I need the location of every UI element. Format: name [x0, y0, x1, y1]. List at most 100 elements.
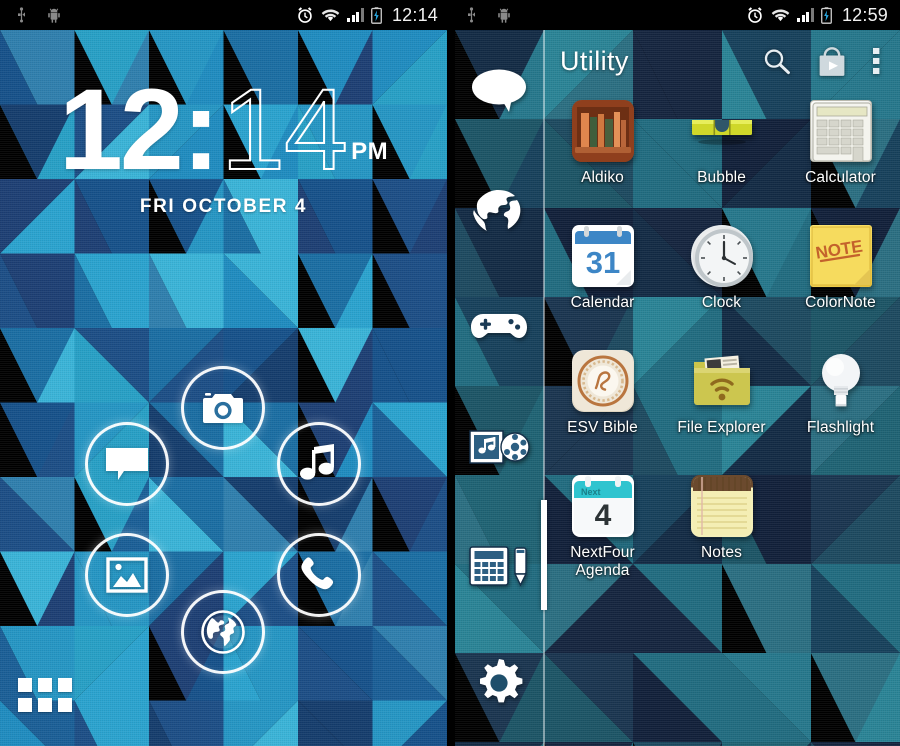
app-item[interactable]: Notes: [662, 467, 781, 592]
drawer-dot: [18, 678, 32, 692]
sidebar-item-utility[interactable]: [455, 506, 543, 625]
app-item[interactable]: 31 Calendar: [543, 217, 662, 342]
gallery-icon[interactable]: [85, 533, 169, 617]
status-bar-right[interactable]: 12:59: [450, 0, 900, 30]
phone-icon[interactable]: [277, 533, 361, 617]
app-label: Notes: [701, 544, 742, 561]
screenshot-root: 12:14 12:59 12: 14 PM FRI OCTOBER 4 Uti…: [0, 0, 900, 746]
gear-icon: [480, 658, 523, 702]
app-item[interactable]: Flashlight: [781, 342, 900, 467]
chat-bubble-icon: [472, 69, 526, 112]
signal-icon: [347, 8, 364, 22]
usb-icon: [468, 7, 475, 23]
app-label: File Explorer: [677, 419, 766, 436]
clock-separator: :: [181, 66, 220, 194]
drawer-dot: [38, 698, 52, 712]
app-item[interactable]: ESV Bible: [543, 342, 662, 467]
app-item[interactable]: Next 4 NextFour Agenda: [543, 467, 662, 592]
app-drawer-panel[interactable]: Utility Aldiko Bubble Calculator 31 Cale…: [455, 30, 900, 746]
search-icon[interactable]: [762, 47, 791, 76]
app-item[interactable]: Calculator: [781, 92, 900, 217]
status-bar-left-notifications: [0, 7, 61, 23]
battery-charging-icon: [371, 6, 382, 24]
calculator-pen-icon: [469, 545, 528, 587]
app-label: Flashlight: [806, 419, 875, 436]
camera-glyph: [203, 393, 243, 423]
app-item[interactable]: NOTE ColorNote: [781, 217, 900, 342]
globe-icon: [473, 189, 521, 231]
app-label: Calendar: [570, 294, 635, 311]
music-icon[interactable]: [277, 422, 361, 506]
media-photo-music-icon: [469, 429, 530, 464]
app-item[interactable]: Aldiko: [543, 92, 662, 217]
usb-icon: [18, 7, 25, 23]
calendar-31-icon: 31: [571, 225, 634, 287]
sidebar-item-media[interactable]: [455, 387, 543, 506]
spirit-level-icon: [691, 100, 753, 162]
notepad-icon: [690, 475, 753, 537]
drawer-dot: [58, 698, 72, 712]
app-grid: Aldiko Bubble Calculator 31 Calendar Clo…: [543, 92, 900, 592]
clock-meridiem: PM: [351, 137, 389, 165]
category-sidebar[interactable]: [455, 30, 543, 746]
app-item[interactable]: Bubble: [662, 92, 781, 217]
play-store-icon[interactable]: [817, 46, 847, 77]
app-label: NextFour Agenda: [570, 544, 635, 579]
folder-wifi-icon: [691, 350, 753, 412]
clock-hour: 12: [58, 66, 184, 194]
app-label: ESV Bible: [567, 419, 638, 436]
android-debug-icon: [498, 8, 510, 23]
app-label: Clock: [701, 294, 742, 311]
svg-text:31: 31: [585, 245, 619, 280]
clock-date: FRI OCTOBER 4: [139, 195, 308, 217]
status-bar-left[interactable]: 12:14: [0, 0, 450, 30]
app-drawer-icon[interactable]: [18, 678, 74, 718]
alarm-icon: [748, 7, 763, 23]
drawer-dot: [18, 698, 32, 712]
screen-divider: [447, 30, 455, 746]
wifi-icon: [772, 9, 790, 21]
game-controller-icon: [471, 313, 527, 338]
aldiko-bookshelf-icon: [571, 100, 634, 162]
status-bar-right-system-icons: 12:59: [746, 5, 900, 26]
drawer-dot: [58, 678, 72, 692]
overflow-menu-icon[interactable]: [873, 47, 880, 75]
browser-icon[interactable]: [181, 590, 265, 674]
page-title: Utility: [560, 45, 629, 76]
nextfour-calendar-icon: Next 4: [571, 475, 634, 537]
sidebar-item-settings[interactable]: [455, 625, 543, 744]
app-item[interactable]: Clock: [662, 217, 781, 342]
status-bar-right-notifications: [450, 7, 511, 23]
camera-icon[interactable]: [181, 366, 265, 450]
phone-glyph: [301, 557, 334, 590]
svg-text:Next: Next: [581, 487, 601, 497]
clock-minute: 14: [220, 66, 349, 194]
drawer-dot: [38, 678, 52, 692]
signal-icon: [797, 8, 814, 22]
calculator-icon: [809, 100, 872, 162]
status-bar-clock: 12:14: [391, 4, 438, 25]
esv-seal-icon: [571, 350, 634, 412]
messages-glyph: [106, 448, 148, 480]
drawer-header: Utility: [543, 30, 900, 92]
app-label: Calculator: [805, 169, 876, 186]
android-debug-icon: [48, 8, 60, 23]
app-item[interactable]: File Explorer: [662, 342, 781, 467]
sidebar-item-internet[interactable]: [455, 149, 543, 268]
messages-icon[interactable]: [85, 422, 169, 506]
battery-charging-icon: [821, 6, 832, 24]
analog-clock-icon: [690, 225, 753, 287]
app-label: Bubble: [697, 169, 746, 186]
home-screen-panel[interactable]: 12 : 14 PM FRI OCTOBER 4: [0, 30, 447, 746]
sidebar-item-games[interactable]: [455, 268, 543, 387]
clock-widget[interactable]: 12 : 14 PM FRI OCTOBER 4: [0, 66, 447, 218]
status-bar-left-system-icons: 12:14: [296, 5, 450, 26]
clock-time-row: 12 : 14 PM: [0, 66, 447, 194]
colornote-sticky-icon: NOTE: [809, 225, 872, 287]
app-label: ColorNote: [805, 294, 876, 311]
status-bar-clock: 12:59: [841, 4, 888, 25]
music-note-glyph: [300, 444, 334, 480]
sidebar-item-communication[interactable]: [455, 30, 543, 149]
alarm-icon: [298, 7, 313, 23]
app-label: Aldiko: [581, 169, 624, 186]
